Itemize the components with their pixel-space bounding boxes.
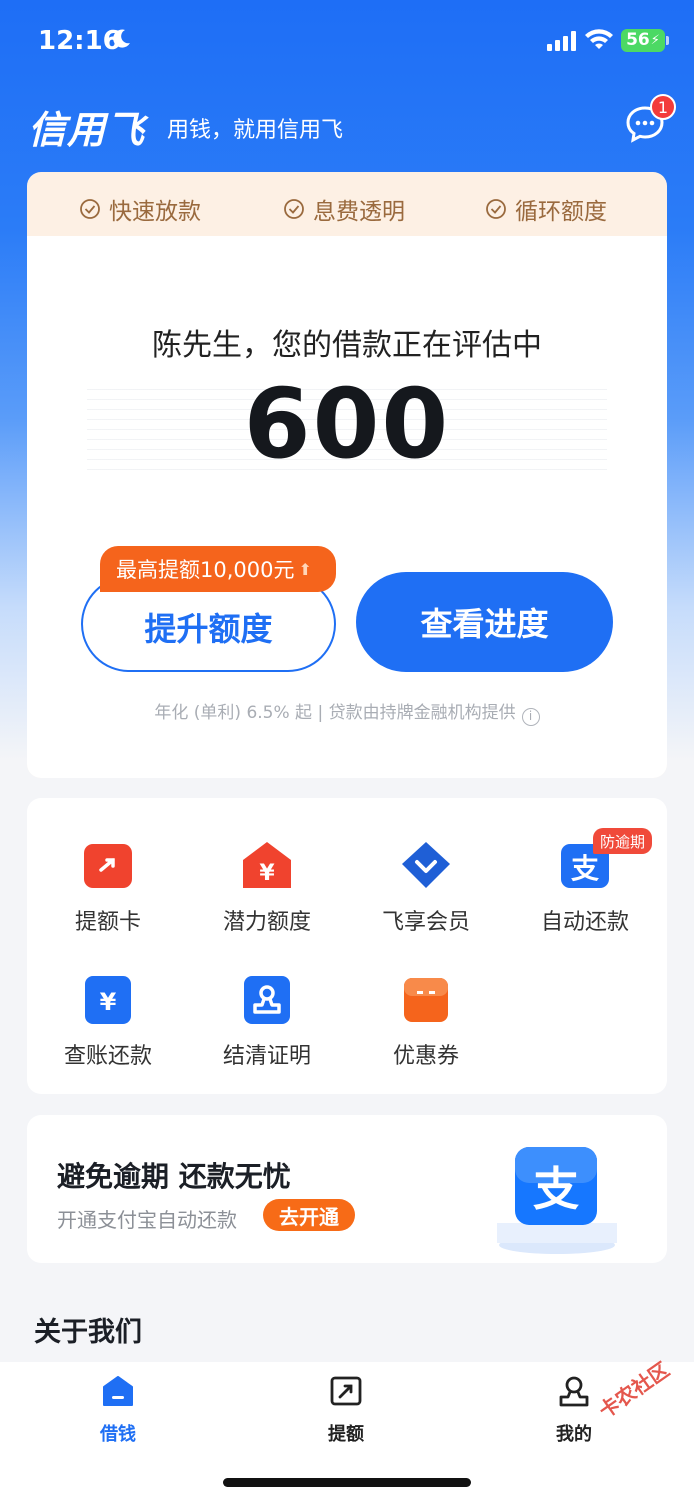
service-raise-card[interactable]: 提额卡: [28, 840, 188, 950]
loan-amount: 600: [243, 368, 451, 480]
feature-label: 循环额度: [515, 199, 607, 225]
service-label: 潜力额度: [222, 910, 311, 935]
check-circle-icon: [486, 199, 506, 219]
view-progress-button[interactable]: 查看进度: [356, 572, 613, 672]
service-bill-repay[interactable]: ¥ 查账还款: [28, 974, 188, 1084]
promo-title: 避免逾期 还款无忧: [57, 1160, 291, 1193]
tab-label: 提额: [328, 1424, 364, 1445]
yuan-bill-icon: ¥: [85, 976, 131, 1024]
app-slogan: 用钱，就用信用飞: [167, 118, 344, 143]
alipay-promo-banner[interactable]: 避免逾期 还款无忧 开通支付宝自动还款 去开通 支: [27, 1115, 667, 1263]
raise-icon: [330, 1376, 362, 1406]
svg-text:¥: ¥: [100, 988, 117, 1016]
services-grid: 提额卡 ¥ 潜力额度 飞享会员 支 防逾期 自动还款 ¥ 查账还款 结清证明 优…: [27, 798, 667, 1094]
service-label: 结清证明: [222, 1044, 311, 1069]
raise-card-icon: [84, 844, 132, 888]
alipay-logo-icon: 支: [497, 1147, 617, 1254]
svg-text:¥: ¥: [259, 861, 275, 886]
about-us-title: 关于我们: [34, 1317, 142, 1348]
service-coupon[interactable]: 优惠券: [346, 974, 506, 1084]
service-label: 优惠券: [392, 1044, 459, 1069]
cellular-signal-icon: [547, 31, 576, 51]
battery-level: 56: [626, 30, 650, 50]
tab-borrow[interactable]: 借钱: [58, 1374, 178, 1445]
check-circle-icon: [80, 199, 100, 219]
service-label: 查账还款: [63, 1044, 152, 1069]
status-time: 12:16: [38, 26, 121, 56]
status-bar: 12:16 56 ⚡: [0, 0, 694, 84]
wifi-icon: [585, 29, 613, 49]
activate-button[interactable]: 去开通: [263, 1199, 355, 1231]
message-badge: 1: [650, 94, 676, 120]
max-raise-tag: 最高提额10,000元 ⬆: [100, 546, 336, 592]
info-icon[interactable]: i: [521, 708, 540, 726]
check-circle-icon: [284, 199, 304, 219]
svg-text:支: 支: [533, 1162, 579, 1216]
loan-card: 快速放款 息费透明 循环额度 陈先生，您的借款正在评估中 600 提升额度 最高…: [27, 172, 667, 778]
app-logo: 信用飞: [28, 108, 146, 152]
tab-label: 借钱: [100, 1424, 136, 1445]
home-indicator[interactable]: [223, 1478, 471, 1487]
feature-strip: 快速放款 息费透明 循环额度: [27, 172, 667, 240]
person-icon: [559, 1376, 589, 1407]
service-settlement-proof[interactable]: 结清证明: [187, 974, 347, 1084]
service-auto-repay[interactable]: 支 防逾期 自动还款: [505, 828, 665, 950]
feature-transparent-fee: 息费透明: [283, 192, 405, 226]
loan-panel: [27, 236, 667, 778]
charging-bolt-icon: ⚡: [650, 33, 660, 48]
service-potential-limit[interactable]: ¥ 潜力额度: [187, 840, 347, 950]
overdue-prevention-tag: 防逾期: [593, 828, 653, 854]
tab-raise[interactable]: 提额: [286, 1374, 406, 1445]
rate-disclaimer: 年化 (单利) 6.5% 起 | 贷款由持牌金融机构提供 i: [27, 698, 667, 726]
service-label: 自动还款: [540, 910, 629, 935]
diamond-member-icon: [402, 842, 450, 888]
feature-revolving-limit: 循环额度: [485, 192, 607, 226]
service-label: 飞享会员: [381, 910, 470, 935]
service-vip-member[interactable]: 飞享会员: [346, 840, 506, 950]
yuan-house-icon: ¥: [243, 842, 291, 888]
tab-label: 我的: [556, 1424, 592, 1445]
home-icon: [103, 1376, 133, 1406]
promo-subtitle: 开通支付宝自动还款: [57, 1208, 237, 1232]
battery-tip: [666, 36, 669, 45]
max-raise-text: 最高提额10,000元: [116, 558, 295, 582]
feature-label: 快速放款: [109, 199, 201, 225]
coupon-icon: [404, 978, 448, 1022]
disclaimer-text: 年化 (单利) 6.5% 起 | 贷款由持牌金融机构提供: [154, 703, 516, 723]
feature-fast-loan: 快速放款: [79, 192, 201, 226]
feature-label: 息费透明: [313, 199, 405, 225]
arrow-up-icon: ⬆: [298, 559, 312, 579]
app-header: 信用飞 用钱，就用信用飞 1: [0, 94, 694, 156]
stamp-icon: [244, 976, 290, 1024]
battery-indicator: 56 ⚡: [621, 29, 665, 52]
svg-text:支: 支: [571, 852, 599, 885]
moon-icon: [113, 29, 130, 48]
service-label: 提额卡: [74, 910, 141, 935]
loan-status-text: 陈先生，您的借款正在评估中: [152, 328, 542, 363]
